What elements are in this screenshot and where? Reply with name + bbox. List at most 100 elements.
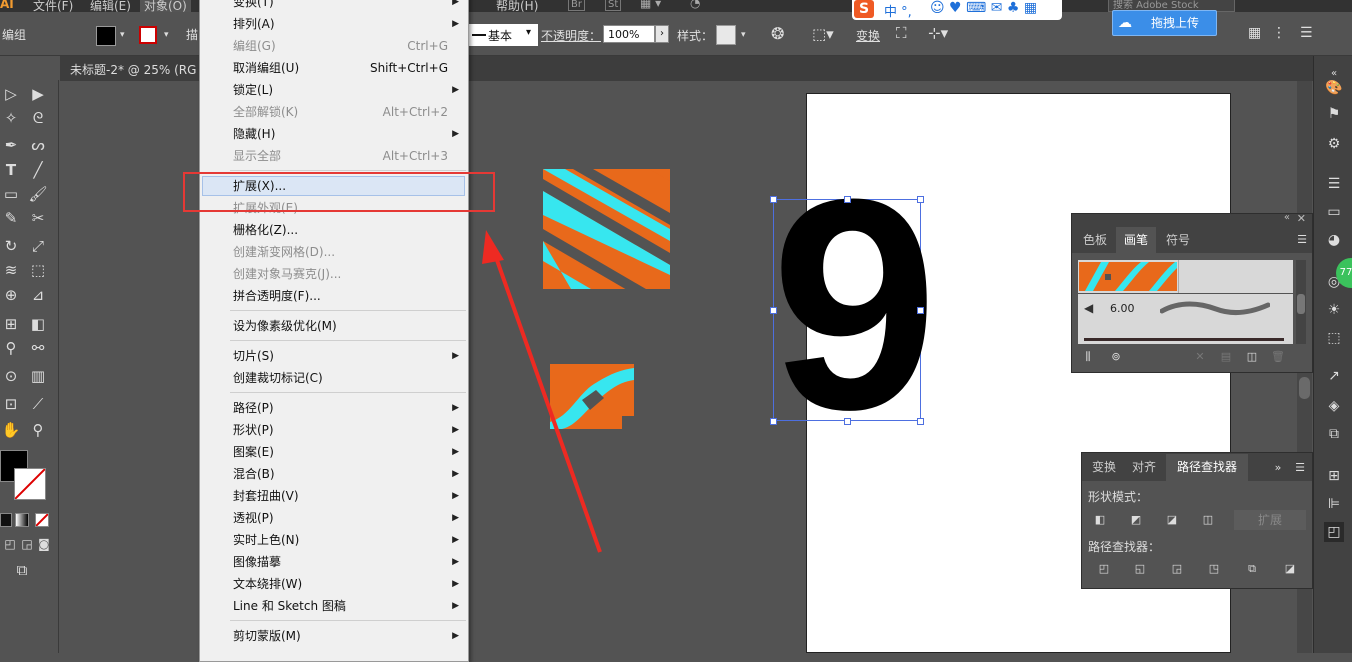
handle-top-center[interactable] (844, 196, 851, 203)
menu-item[interactable]: 剪切蒙版(M) (233, 625, 301, 647)
unite-icon[interactable]: ◧ (1092, 513, 1108, 527)
none-mode-icon[interactable] (35, 513, 49, 527)
column-graph-tool-icon[interactable]: ▥ (28, 366, 48, 386)
minus-front-icon[interactable]: ◩ (1128, 513, 1144, 527)
brush-dropdown-icon[interactable]: ▾ (526, 27, 531, 38)
handle-top-right[interactable] (917, 196, 924, 203)
menu-item[interactable]: 封套扭曲(V) (233, 485, 299, 507)
eyedropper-tool-icon[interactable]: ⚲ (1, 338, 21, 358)
color-guide-icon[interactable]: ⚑ (1324, 104, 1344, 124)
tab-align[interactable]: 对齐 (1126, 454, 1162, 480)
handle-bottom-left[interactable] (770, 418, 777, 425)
menu-item[interactable]: 设为像素级优化(M) (233, 315, 337, 337)
arrange-documents-icon[interactable]: ▦ (1248, 25, 1261, 41)
outline-icon[interactable]: ⧉ (1244, 562, 1260, 576)
intersect-icon[interactable]: ◪ (1164, 513, 1180, 527)
tab-transform[interactable]: 变换 (1086, 454, 1122, 480)
free-transform-tool-icon[interactable]: ⬚ (28, 260, 48, 280)
lasso-tool-icon[interactable]: ᘓ (28, 108, 48, 128)
menu-item[interactable]: 创建裁切标记(C) (233, 367, 323, 389)
shaper-tool-icon[interactable]: ✎ (1, 208, 21, 228)
stroke-color-box[interactable] (14, 468, 46, 500)
stroke-panel-icon[interactable]: ☰ (1324, 174, 1344, 194)
menu-item[interactable]: 切片(S) (233, 345, 274, 367)
screen-mode-icon[interactable]: ⧉ (12, 560, 32, 580)
line-tool-icon[interactable]: ╱ (28, 160, 48, 180)
panel-menu-icon[interactable]: ⋮ (1272, 25, 1286, 41)
remove-brush-stroke-icon[interactable]: ✕ (1192, 350, 1208, 364)
tab-symbols[interactable]: 符号 (1158, 227, 1198, 253)
menu-item[interactable]: 锁定(L) (233, 79, 273, 101)
delete-brush-icon[interactable]: 🗑 (1270, 350, 1286, 364)
color-panel-icon[interactable]: 🎨 (1324, 78, 1344, 98)
transform-panel-icon[interactable]: ⊞ (1324, 466, 1344, 486)
align-to-icon[interactable]: ⬚▾ (812, 25, 834, 43)
transparency-panel-icon[interactable]: ◕ (1324, 230, 1344, 250)
brush-libraries-icon[interactable]: ⫼ (1080, 350, 1096, 364)
menu-item[interactable]: 变换(T) (233, 0, 274, 13)
type-tool-icon[interactable]: T (1, 160, 21, 180)
perspective-grid-tool-icon[interactable]: ⊿ (28, 285, 48, 305)
tab-brushes[interactable]: 画笔 (1116, 227, 1156, 253)
bridge-icon[interactable]: Br (568, 0, 585, 11)
menu-item[interactable]: 拼合透明度(F)... (233, 285, 321, 307)
brush-options-icon[interactable]: ▤ (1218, 350, 1234, 364)
brush-definition-field[interactable]: 基本 ▾ (468, 24, 538, 46)
blend-tool-icon[interactable]: ⚯ (28, 338, 48, 358)
crop-icon[interactable]: ◳ (1206, 562, 1222, 576)
menu-item[interactable]: 图案(E) (233, 441, 274, 463)
rotate-tool-icon[interactable]: ↻ (1, 236, 21, 256)
selection-tool-icon[interactable]: ▷ (1, 84, 21, 104)
expand-button[interactable]: 扩展 (1234, 510, 1306, 530)
brush-list-scrollbar[interactable] (1296, 260, 1306, 344)
merge-icon[interactable]: ◲ (1169, 562, 1185, 576)
charcoal-brush-row[interactable] (1078, 324, 1293, 344)
opacity-input[interactable]: 100% (603, 25, 655, 43)
menu-item[interactable]: 图像描摹 (233, 551, 281, 573)
calligraphic-brush-row[interactable]: ◀ 6.00 (1078, 294, 1293, 324)
color-mode-icon[interactable] (0, 513, 12, 527)
libraries-icon[interactable]: ⚙ (1324, 134, 1344, 154)
handle-middle-left[interactable] (770, 307, 777, 314)
opacity-label[interactable]: 不透明度： (541, 27, 601, 44)
new-brush-icon[interactable]: ◫ (1244, 350, 1260, 364)
opacity-arrow-button[interactable]: › (655, 25, 669, 43)
artboards-panel-icon[interactable]: ⧉ (1324, 424, 1344, 444)
handle-bottom-right[interactable] (917, 418, 924, 425)
width-tool-icon[interactable]: ≋ (1, 260, 21, 280)
ime-mode-text[interactable]: 中 °, (884, 1, 912, 20)
sync-icon[interactable]: ◔ (690, 0, 700, 10)
curvature-tool-icon[interactable]: ᔕ (28, 135, 48, 155)
menu-item[interactable]: 栅格化(Z)... (233, 219, 298, 241)
rectangle-tool-icon[interactable]: ▭ (1, 184, 21, 204)
workspace-icon[interactable]: ▦ ▾ (640, 0, 661, 10)
divide-icon[interactable]: ◰ (1096, 562, 1112, 576)
asset-export-icon[interactable]: ⬚ (1324, 328, 1344, 348)
paintbrush-tool-icon[interactable]: 🖌 (28, 184, 48, 204)
pen-tool-icon[interactable]: ✒ (1, 135, 21, 155)
slice-tool-icon[interactable]: ⟋ (28, 394, 48, 414)
drag-upload-button[interactable]: ☁ 拖拽上传 (1112, 10, 1217, 36)
brush-panel-menu-icon[interactable]: ☰ (1294, 233, 1310, 247)
isolate-icon[interactable]: ⛶ (896, 24, 907, 42)
menu-item[interactable]: 取消编组(U) (233, 57, 299, 79)
scissors-tool-icon[interactable]: ✂ (28, 208, 48, 228)
layers-panel-icon[interactable]: ◈ (1324, 396, 1344, 416)
recolor-icon[interactable]: ❂ (771, 24, 784, 43)
handle-top-left[interactable] (770, 196, 777, 203)
pattern-brush-row[interactable] (1078, 260, 1293, 293)
trim-icon[interactable]: ◱ (1132, 562, 1148, 576)
brush-library-panel-icon[interactable]: ⊚ (1108, 350, 1124, 364)
sogou-logo-icon[interactable]: S (854, 0, 874, 18)
number-nine-glyph[interactable]: 9 (771, 154, 938, 454)
export-icon[interactable]: ↗ (1324, 366, 1344, 386)
gradient-tool-icon[interactable]: ◧ (28, 314, 48, 334)
menu-item[interactable]: 排列(A) (233, 13, 275, 35)
transform-link[interactable]: 变换 (856, 27, 880, 44)
magic-wand-tool-icon[interactable]: ✧ (1, 108, 21, 128)
scrollbar-thumb[interactable] (1299, 377, 1310, 399)
pathfinder-panel-icon[interactable]: ◰ (1324, 522, 1344, 542)
symbol-sprayer-tool-icon[interactable]: ⊙ (1, 366, 21, 386)
handle-middle-right[interactable] (917, 307, 924, 314)
mesh-tool-icon[interactable]: ⊞ (1, 314, 21, 334)
